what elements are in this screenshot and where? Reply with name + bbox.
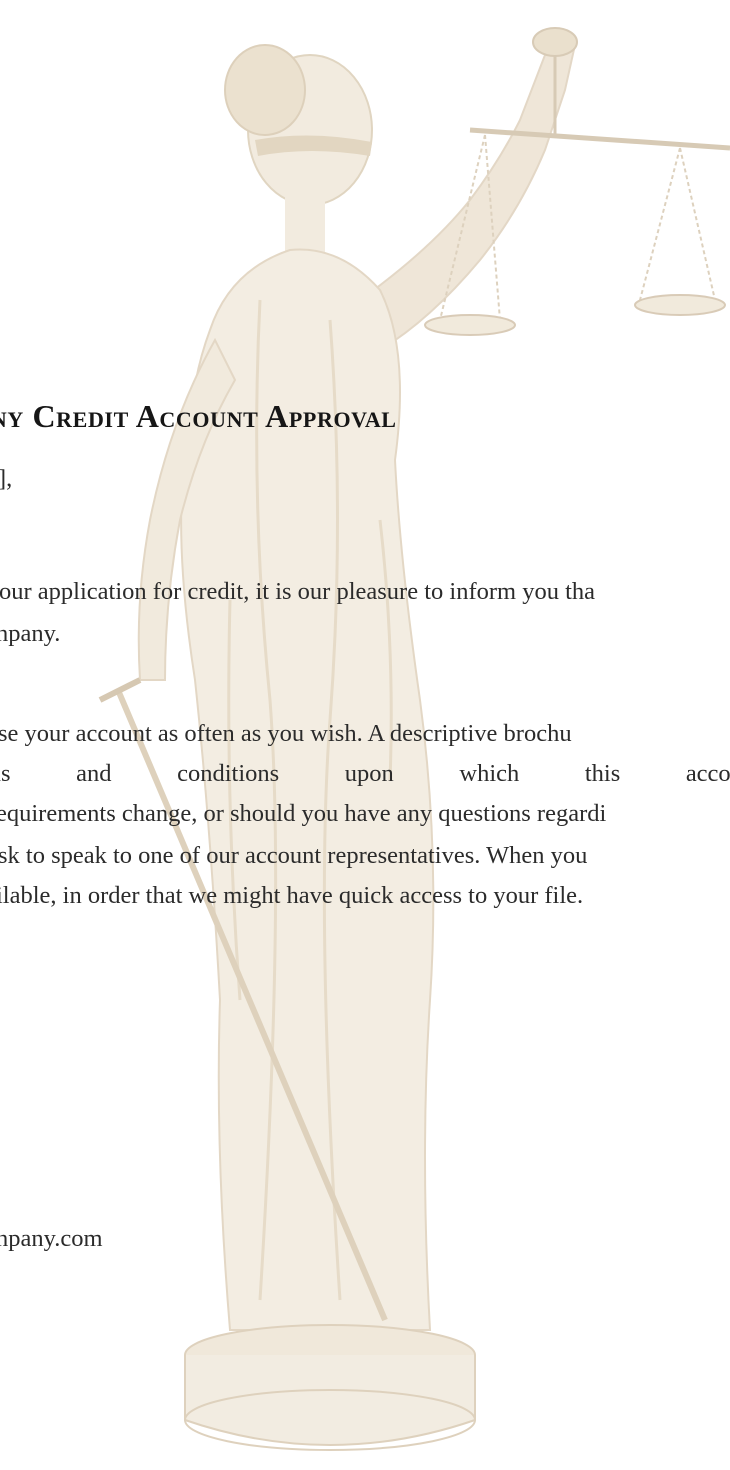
word: and	[76, 760, 112, 787]
word: this	[584, 760, 621, 787]
letter-title: pany Credit Account Approval	[0, 398, 397, 434]
paragraph-2-line-1: se your account as often as you wish. A …	[0, 720, 572, 747]
word: ms	[0, 760, 11, 787]
paragraph-2-line-3: equirements change, or should you have a…	[0, 800, 607, 827]
paragraph-1-line-2: npany.	[0, 620, 61, 647]
letter-body: pany Credit Account Approval ], our appl…	[0, 0, 730, 1470]
letter-page: pany Credit Account Approval ], our appl…	[0, 0, 730, 1470]
paragraph-2-line-5: ilable, in order that we might have quic…	[0, 882, 584, 909]
word: which	[459, 760, 520, 787]
paragraph-2-line-4: sk to speak to one of our account repres…	[0, 842, 588, 869]
paragraph-2-line-2: ms and conditions upon which this accoun…	[0, 760, 730, 788]
word: upon	[344, 760, 394, 787]
salutation: ],	[0, 465, 13, 492]
word: account	[685, 760, 730, 787]
word: conditions	[177, 760, 280, 787]
contact-website: npany.com	[0, 1225, 103, 1252]
paragraph-1-line-1: our application for credit, it is our pl…	[0, 578, 596, 605]
